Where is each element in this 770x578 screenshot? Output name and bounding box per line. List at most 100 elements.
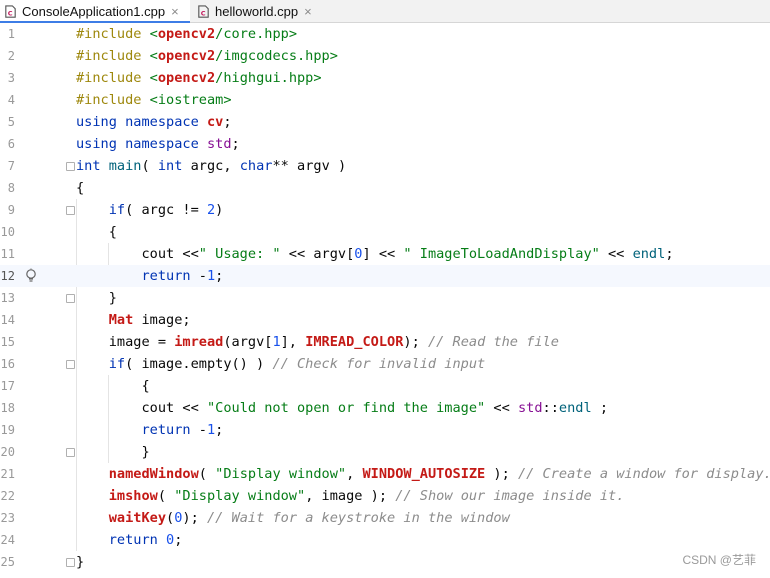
code-line[interactable]: 21 namedWindow( "Display window", WINDOW… <box>0 463 770 485</box>
code-line[interactable]: 25} <box>0 551 770 573</box>
code-text: cout << "Could not open or find the imag… <box>76 397 608 419</box>
code-line[interactable]: 12 return -1; <box>0 265 770 287</box>
code-line[interactable]: 20 } <box>0 441 770 463</box>
code-text: { <box>76 221 117 243</box>
code-token: } <box>76 554 85 570</box>
code-editor[interactable]: 1 #include <opencv2/core.hpp> 2 #include <o… <box>0 23 770 578</box>
lightbulb-icon[interactable] <box>24 268 38 284</box>
code-token: ], <box>280 334 306 350</box>
code-token: #include <box>76 26 150 42</box>
code-token: // Check for invalid input <box>272 356 486 372</box>
code-token: cout << <box>76 246 199 262</box>
code-line[interactable]: 4 #include <iostream> <box>0 89 770 111</box>
code-line[interactable]: 10 { <box>0 221 770 243</box>
code-token: < <box>149 26 158 42</box>
line-number: 10 <box>0 225 15 239</box>
code-line[interactable]: 11 cout <<" Usage: " << argv[0] << " Ima… <box>0 243 770 265</box>
code-token: " Usage: " <box>198 246 281 262</box>
line-number: 20 <box>0 445 15 459</box>
code-token: ; <box>174 532 183 548</box>
fold-toggle-icon[interactable] <box>66 162 75 171</box>
code-line[interactable]: 13 } <box>0 287 770 309</box>
code-token: < <box>149 48 158 64</box>
line-number: 3 <box>7 71 15 85</box>
code-line[interactable]: 8{ <box>0 177 770 199</box>
tab-helloworld[interactable]: C helloworld.cpp × <box>193 0 333 22</box>
code-line[interactable]: 7 int main( int argc, char** argv ) <box>0 155 770 177</box>
tab-consoleapplication1[interactable]: C ConsoleApplication1.cpp × <box>0 0 190 23</box>
line-number: 11 <box>0 247 15 261</box>
code-token: ( <box>141 158 158 174</box>
code-line[interactable]: 24 return 0; <box>0 529 770 551</box>
code-line[interactable]: 3 #include <opencv2/highgui.hpp> <box>0 67 770 89</box>
code-line[interactable]: 22 imshow( "Display window", image ); //… <box>0 485 770 507</box>
code-text: { <box>76 375 150 397</box>
code-token: /highgui.hpp> <box>215 70 322 86</box>
code-token: // Show our image inside it. <box>395 488 625 504</box>
code-line[interactable]: 5 using namespace cv; <box>0 111 770 133</box>
code-token: :: <box>542 400 559 416</box>
code-line[interactable]: 16 if( image.empty() ) // Check for inva… <box>0 353 770 375</box>
code-line[interactable]: 18 cout << "Could not open or find the i… <box>0 397 770 419</box>
code-line[interactable]: 19 return -1; <box>0 419 770 441</box>
code-line[interactable]: 2 #include <opencv2/imgcodecs.hpp> <box>0 45 770 67</box>
code-token: ( <box>198 466 216 482</box>
code-line[interactable]: 14 Mat image; <box>0 309 770 331</box>
code-token: #include <box>76 92 150 108</box>
code-token: using <box>76 114 126 130</box>
code-text: cout <<" Usage: " << argv[0] << " ImageT… <box>76 243 673 265</box>
code-text: return 0; <box>76 529 183 551</box>
code-token: namespace <box>125 114 207 130</box>
code-token: argc, <box>190 158 240 174</box>
code-token: " ImageToLoadAndDisplay" <box>403 246 600 262</box>
line-number: 5 <box>7 115 15 129</box>
code-token: /imgcodecs.hpp> <box>215 48 338 64</box>
code-token: ** argv ) <box>272 158 347 174</box>
code-line[interactable]: 6 using namespace std; <box>0 133 770 155</box>
line-number: 17 <box>0 379 15 393</box>
code-token: opencv2 <box>157 70 216 86</box>
line-number: 13 <box>0 291 15 305</box>
cpp-file-icon: C <box>5 4 16 18</box>
fold-toggle-icon[interactable] <box>66 294 75 303</box>
tab-label: ConsoleApplication1.cpp <box>22 3 166 19</box>
close-tab-icon[interactable]: × <box>304 4 312 19</box>
code-line[interactable]: 15 image = imread(argv[1], IMREAD_COLOR)… <box>0 331 770 353</box>
code-token: { <box>76 378 150 394</box>
code-token: ; <box>215 268 224 284</box>
line-number: 8 <box>7 181 15 195</box>
code-text: using namespace std; <box>76 133 240 155</box>
editor-tab-bar: C ConsoleApplication1.cpp × C helloworld… <box>0 0 770 23</box>
code-line[interactable]: 23 waitKey(0); // Wait for a keystroke i… <box>0 507 770 529</box>
code-text: #include <opencv2/core.hpp> <box>76 23 297 45</box>
code-line[interactable]: 17 { <box>0 375 770 397</box>
code-token: imread <box>174 334 224 350</box>
code-token: main <box>108 158 142 174</box>
code-token: ; <box>223 114 232 130</box>
close-tab-icon[interactable]: × <box>171 4 179 19</box>
code-text: int main( int argc, char** argv ) <box>76 155 346 177</box>
code-line[interactable]: 9 if( argc != 2) <box>0 199 770 221</box>
fold-toggle-icon[interactable] <box>66 360 75 369</box>
fold-toggle-icon[interactable] <box>66 558 75 567</box>
code-token: #include <box>76 48 150 64</box>
code-text: } <box>76 287 117 309</box>
code-token: } <box>76 444 150 460</box>
fold-toggle-icon[interactable] <box>66 206 75 215</box>
code-token: if <box>76 356 126 372</box>
fold-toggle-icon[interactable] <box>66 448 75 457</box>
code-token: { <box>76 180 85 196</box>
code-token: 0 <box>166 532 175 548</box>
line-number: 9 <box>7 203 15 217</box>
code-line[interactable]: 1 #include <opencv2/core.hpp> <box>0 23 770 45</box>
code-token: ( <box>166 510 175 526</box>
code-token: <iostream> <box>149 92 232 108</box>
code-token: return <box>76 268 199 284</box>
code-token: cout << <box>76 400 207 416</box>
code-token: opencv2 <box>157 48 216 64</box>
code-text: } <box>76 441 150 463</box>
code-token: WINDOW_AUTOSIZE <box>362 466 486 482</box>
code-text: return -1; <box>76 419 223 441</box>
code-token: namedWindow <box>108 466 199 482</box>
